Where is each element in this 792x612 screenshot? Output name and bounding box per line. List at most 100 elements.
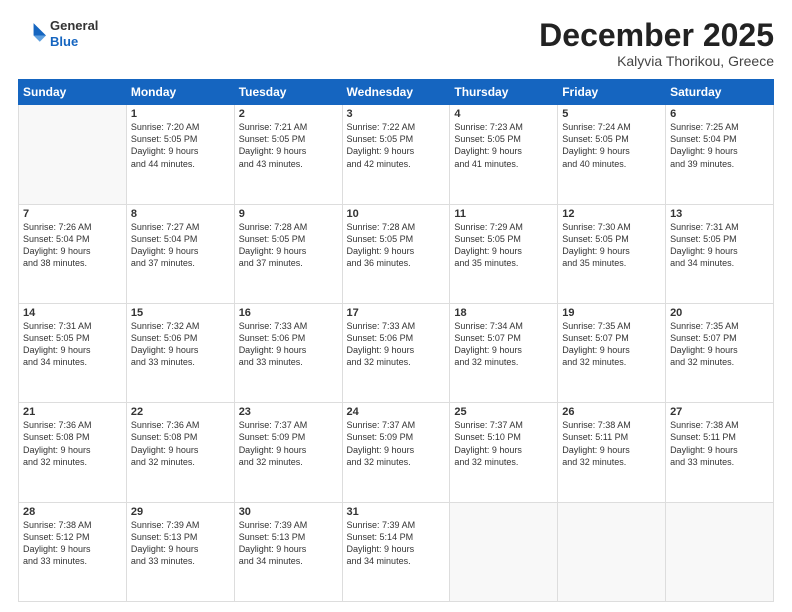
- day-number: 16: [239, 307, 338, 319]
- day-number: 21: [23, 406, 122, 418]
- day-info: Sunrise: 7:23 AM Sunset: 5:05 PM Dayligh…: [454, 121, 553, 170]
- calendar-cell: 31Sunrise: 7:39 AM Sunset: 5:14 PM Dayli…: [342, 502, 450, 601]
- location: Kalyvia Thorikou, Greece: [539, 53, 774, 69]
- day-info: Sunrise: 7:31 AM Sunset: 5:05 PM Dayligh…: [23, 320, 122, 369]
- calendar-cell: 26Sunrise: 7:38 AM Sunset: 5:11 PM Dayli…: [558, 403, 666, 502]
- calendar-cell: 11Sunrise: 7:29 AM Sunset: 5:05 PM Dayli…: [450, 204, 558, 303]
- day-number: 26: [562, 406, 661, 418]
- calendar-cell: 17Sunrise: 7:33 AM Sunset: 5:06 PM Dayli…: [342, 303, 450, 402]
- day-number: 31: [347, 506, 446, 518]
- day-number: 5: [562, 108, 661, 120]
- calendar-cell: 1Sunrise: 7:20 AM Sunset: 5:05 PM Daylig…: [126, 105, 234, 204]
- day-info: Sunrise: 7:36 AM Sunset: 5:08 PM Dayligh…: [131, 419, 230, 468]
- logo-icon: [18, 20, 46, 48]
- day-info: Sunrise: 7:30 AM Sunset: 5:05 PM Dayligh…: [562, 221, 661, 270]
- day-header-thursday: Thursday: [450, 80, 558, 105]
- day-number: 14: [23, 307, 122, 319]
- day-number: 8: [131, 208, 230, 220]
- header: General Blue December 2025 Kalyvia Thori…: [18, 18, 774, 69]
- calendar-cell: 9Sunrise: 7:28 AM Sunset: 5:05 PM Daylig…: [234, 204, 342, 303]
- day-number: 27: [670, 406, 769, 418]
- day-info: Sunrise: 7:38 AM Sunset: 5:11 PM Dayligh…: [562, 419, 661, 468]
- calendar-cell: 14Sunrise: 7:31 AM Sunset: 5:05 PM Dayli…: [19, 303, 127, 402]
- day-header-sunday: Sunday: [19, 80, 127, 105]
- calendar-cell: 6Sunrise: 7:25 AM Sunset: 5:04 PM Daylig…: [666, 105, 774, 204]
- calendar-cell: 22Sunrise: 7:36 AM Sunset: 5:08 PM Dayli…: [126, 403, 234, 502]
- calendar-cell: 4Sunrise: 7:23 AM Sunset: 5:05 PM Daylig…: [450, 105, 558, 204]
- day-header-friday: Friday: [558, 80, 666, 105]
- day-number: 3: [347, 108, 446, 120]
- day-number: 6: [670, 108, 769, 120]
- calendar-header-row: SundayMondayTuesdayWednesdayThursdayFrid…: [19, 80, 774, 105]
- day-info: Sunrise: 7:37 AM Sunset: 5:09 PM Dayligh…: [239, 419, 338, 468]
- day-info: Sunrise: 7:27 AM Sunset: 5:04 PM Dayligh…: [131, 221, 230, 270]
- calendar-cell: 30Sunrise: 7:39 AM Sunset: 5:13 PM Dayli…: [234, 502, 342, 601]
- calendar-cell: 15Sunrise: 7:32 AM Sunset: 5:06 PM Dayli…: [126, 303, 234, 402]
- day-info: Sunrise: 7:37 AM Sunset: 5:10 PM Dayligh…: [454, 419, 553, 468]
- day-info: Sunrise: 7:34 AM Sunset: 5:07 PM Dayligh…: [454, 320, 553, 369]
- day-info: Sunrise: 7:35 AM Sunset: 5:07 PM Dayligh…: [562, 320, 661, 369]
- day-number: 17: [347, 307, 446, 319]
- calendar-cell: 12Sunrise: 7:30 AM Sunset: 5:05 PM Dayli…: [558, 204, 666, 303]
- calendar-cell: 5Sunrise: 7:24 AM Sunset: 5:05 PM Daylig…: [558, 105, 666, 204]
- calendar-cell: 21Sunrise: 7:36 AM Sunset: 5:08 PM Dayli…: [19, 403, 127, 502]
- calendar-cell: 19Sunrise: 7:35 AM Sunset: 5:07 PM Dayli…: [558, 303, 666, 402]
- calendar-cell: 20Sunrise: 7:35 AM Sunset: 5:07 PM Dayli…: [666, 303, 774, 402]
- day-info: Sunrise: 7:38 AM Sunset: 5:12 PM Dayligh…: [23, 519, 122, 568]
- day-number: 13: [670, 208, 769, 220]
- month-year: December 2025: [539, 18, 774, 53]
- day-number: 25: [454, 406, 553, 418]
- day-info: Sunrise: 7:36 AM Sunset: 5:08 PM Dayligh…: [23, 419, 122, 468]
- day-number: 24: [347, 406, 446, 418]
- day-info: Sunrise: 7:20 AM Sunset: 5:05 PM Dayligh…: [131, 121, 230, 170]
- calendar-cell: [666, 502, 774, 601]
- day-info: Sunrise: 7:25 AM Sunset: 5:04 PM Dayligh…: [670, 121, 769, 170]
- calendar-cell: 23Sunrise: 7:37 AM Sunset: 5:09 PM Dayli…: [234, 403, 342, 502]
- day-number: 20: [670, 307, 769, 319]
- day-info: Sunrise: 7:28 AM Sunset: 5:05 PM Dayligh…: [239, 221, 338, 270]
- day-info: Sunrise: 7:24 AM Sunset: 5:05 PM Dayligh…: [562, 121, 661, 170]
- day-info: Sunrise: 7:33 AM Sunset: 5:06 PM Dayligh…: [239, 320, 338, 369]
- day-info: Sunrise: 7:32 AM Sunset: 5:06 PM Dayligh…: [131, 320, 230, 369]
- day-number: 7: [23, 208, 122, 220]
- day-number: 12: [562, 208, 661, 220]
- day-info: Sunrise: 7:28 AM Sunset: 5:05 PM Dayligh…: [347, 221, 446, 270]
- day-number: 28: [23, 506, 122, 518]
- calendar-week-row: 14Sunrise: 7:31 AM Sunset: 5:05 PM Dayli…: [19, 303, 774, 402]
- calendar-week-row: 7Sunrise: 7:26 AM Sunset: 5:04 PM Daylig…: [19, 204, 774, 303]
- calendar-cell: 2Sunrise: 7:21 AM Sunset: 5:05 PM Daylig…: [234, 105, 342, 204]
- day-info: Sunrise: 7:26 AM Sunset: 5:04 PM Dayligh…: [23, 221, 122, 270]
- day-header-wednesday: Wednesday: [342, 80, 450, 105]
- day-info: Sunrise: 7:39 AM Sunset: 5:14 PM Dayligh…: [347, 519, 446, 568]
- day-number: 11: [454, 208, 553, 220]
- calendar-cell: 29Sunrise: 7:39 AM Sunset: 5:13 PM Dayli…: [126, 502, 234, 601]
- calendar-week-row: 21Sunrise: 7:36 AM Sunset: 5:08 PM Dayli…: [19, 403, 774, 502]
- calendar-week-row: 28Sunrise: 7:38 AM Sunset: 5:12 PM Dayli…: [19, 502, 774, 601]
- calendar-cell: 16Sunrise: 7:33 AM Sunset: 5:06 PM Dayli…: [234, 303, 342, 402]
- day-header-monday: Monday: [126, 80, 234, 105]
- day-number: 4: [454, 108, 553, 120]
- calendar-cell: 24Sunrise: 7:37 AM Sunset: 5:09 PM Dayli…: [342, 403, 450, 502]
- day-number: 18: [454, 307, 553, 319]
- calendar-cell: 28Sunrise: 7:38 AM Sunset: 5:12 PM Dayli…: [19, 502, 127, 601]
- day-info: Sunrise: 7:35 AM Sunset: 5:07 PM Dayligh…: [670, 320, 769, 369]
- day-info: Sunrise: 7:38 AM Sunset: 5:11 PM Dayligh…: [670, 419, 769, 468]
- calendar-cell: 10Sunrise: 7:28 AM Sunset: 5:05 PM Dayli…: [342, 204, 450, 303]
- page: General Blue December 2025 Kalyvia Thori…: [0, 0, 792, 612]
- day-number: 29: [131, 506, 230, 518]
- calendar-cell: 18Sunrise: 7:34 AM Sunset: 5:07 PM Dayli…: [450, 303, 558, 402]
- calendar-table: SundayMondayTuesdayWednesdayThursdayFrid…: [18, 79, 774, 602]
- calendar-cell: [19, 105, 127, 204]
- day-header-tuesday: Tuesday: [234, 80, 342, 105]
- logo: General Blue: [18, 18, 98, 49]
- calendar-cell: 7Sunrise: 7:26 AM Sunset: 5:04 PM Daylig…: [19, 204, 127, 303]
- day-info: Sunrise: 7:39 AM Sunset: 5:13 PM Dayligh…: [239, 519, 338, 568]
- day-number: 1: [131, 108, 230, 120]
- day-number: 2: [239, 108, 338, 120]
- day-info: Sunrise: 7:21 AM Sunset: 5:05 PM Dayligh…: [239, 121, 338, 170]
- day-info: Sunrise: 7:33 AM Sunset: 5:06 PM Dayligh…: [347, 320, 446, 369]
- day-info: Sunrise: 7:39 AM Sunset: 5:13 PM Dayligh…: [131, 519, 230, 568]
- calendar-cell: 13Sunrise: 7:31 AM Sunset: 5:05 PM Dayli…: [666, 204, 774, 303]
- calendar-week-row: 1Sunrise: 7:20 AM Sunset: 5:05 PM Daylig…: [19, 105, 774, 204]
- day-number: 19: [562, 307, 661, 319]
